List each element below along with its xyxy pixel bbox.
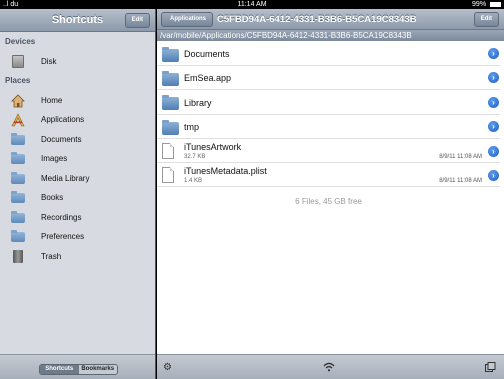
file-browser: Applications C5FBD94A-6412-4331-B3B6-B5C… [157,9,504,379]
detail-disclosure-icon[interactable]: › [488,72,499,83]
detail-disclosure-icon[interactable]: › [488,97,499,108]
sidebar-item-label: Media Library [41,174,90,183]
sidebar-item-disk[interactable]: Disk [10,54,150,71]
folder-icon [10,171,26,186]
path-bar: /var/mobile/Applications/C5FBD94A-6412-4… [157,30,504,41]
sidebar-item-media-library[interactable]: Media Library [10,171,150,188]
wifi-icon[interactable] [323,362,335,375]
disk-icon [10,54,26,69]
sidebar-edit-button[interactable]: Edit [124,13,150,28]
list-item-itunesartwork[interactable]: iTunesArtwork 32.7 KB 8/9/11 11:08 AM › [157,139,500,163]
sidebar-item-label: Documents [41,135,82,144]
home-icon [10,93,26,108]
section-devices: Devices [5,37,36,46]
sidebar-item-documents[interactable]: Documents [10,132,150,149]
detail-disclosure-icon[interactable]: › [488,146,499,157]
folder-icon [10,210,26,225]
folder-icon [162,120,179,135]
gear-icon[interactable]: ⚙ [163,362,172,373]
item-name: tmp [184,122,200,132]
item-name: iTunesArtwork [184,142,242,152]
back-button[interactable]: Applications [161,12,214,27]
item-size: 32.7 KB [184,154,206,160]
storage-summary: 6 Files, 45 GB free [295,197,362,206]
document-icon [162,167,174,183]
sidebar-item-recordings[interactable]: Recordings [10,210,150,227]
sidebar-item-label: Books [41,193,64,202]
sidebar-item-label: Home [41,96,63,105]
item-size: 1.4 KB [184,178,203,184]
sidebar-item-books[interactable]: Books [10,190,150,207]
sidebar-item-label: Images [41,154,68,163]
windows-icon[interactable] [485,362,496,376]
sidebar-item-trash[interactable]: Trash [10,249,150,266]
battery-percent: 99% [472,1,487,8]
battery-indicator: 99% [472,0,501,9]
sidebar-item-label: Trash [41,252,62,261]
sidebar-item-label: Recordings [41,213,82,222]
detail-disclosure-icon[interactable]: › [488,121,499,132]
browser-toolbar: ⚙ [157,354,504,379]
list-item-library[interactable]: Library › [157,90,500,115]
list-item-documents[interactable]: Documents › [157,42,500,66]
folder-icon [162,95,179,110]
sidebar-item-home[interactable]: Home [10,93,150,110]
folder-icon [10,151,26,166]
clock: 11:14 AM [237,1,267,8]
browser-header: Applications C5FBD94A-6412-4331-B3B6-B5C… [157,9,504,30]
sidebar-item-preferences[interactable]: Preferences [10,229,150,246]
sidebar-item-images[interactable]: Images [10,151,150,168]
item-name: Documents [184,49,230,59]
folder-icon [10,132,26,147]
list-item-itunesmetadata[interactable]: iTunesMetadata.plist 1.4 KB 8/9/11 11:08… [157,163,500,187]
sidebar: Shortcuts Edit Devices Disk Places Home … [0,9,156,379]
detail-disclosure-icon[interactable]: › [488,170,499,181]
item-date: 8/9/11 11:08 AM [439,178,482,184]
sidebar-item-applications[interactable]: Applications [10,112,150,129]
detail-disclosure-icon[interactable]: › [488,48,499,59]
document-icon [162,143,174,159]
item-date: 8/9/11 11:08 AM [439,154,482,160]
list-item-emsea-app[interactable]: EmSea.app › [157,66,500,90]
folder-icon [162,71,179,86]
status-bar: ..l du 11:14 AM 99% [0,0,504,9]
segment-shortcuts[interactable]: Shortcuts [40,365,79,374]
sidebar-header: Shortcuts Edit [0,9,155,32]
browser-title: C5FBD94A-6412-4331-B3B6-B5CA19C8343B [217,14,417,25]
browser-edit-button[interactable]: Edit [473,12,499,27]
applications-icon [10,112,26,127]
battery-icon [490,1,501,7]
item-name: EmSea.app [184,73,232,83]
folder-icon [162,47,179,62]
section-places: Places [5,76,31,85]
item-name: iTunesMetadata.plist [184,166,267,176]
trash-icon [10,249,26,264]
folder-icon [10,229,26,244]
segment-bookmarks[interactable]: Bookmarks [78,365,117,374]
list-item-tmp[interactable]: tmp › [157,115,500,139]
item-name: Library [184,98,212,108]
sidebar-item-label: Disk [41,57,57,66]
sidebar-item-label: Preferences [41,232,85,241]
sidebar-item-label: Applications [41,115,85,124]
sidebar-segmented-control: Shortcuts Bookmarks [39,364,118,375]
folder-icon [10,190,26,205]
